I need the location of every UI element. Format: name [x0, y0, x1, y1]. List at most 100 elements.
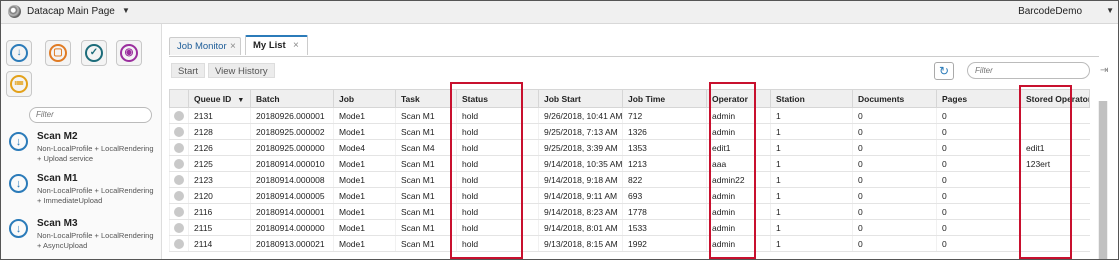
table-cell: 2128: [188, 123, 251, 140]
table-cell: Scan M1: [395, 203, 457, 220]
select-column-header[interactable]: [169, 89, 189, 108]
collapse-panel-icon[interactable]: ⇥: [1100, 65, 1108, 76]
chevron-down-icon[interactable]: ▼: [122, 6, 130, 15]
row-status-dot-icon[interactable]: [174, 158, 184, 169]
table-cell: Mode1: [333, 235, 396, 252]
row-status-dot-icon[interactable]: [174, 206, 184, 217]
row-select[interactable]: [169, 171, 189, 188]
row-status-dot-icon[interactable]: [174, 142, 184, 153]
table-cell: 9/25/2018, 7:13 AM: [538, 123, 623, 140]
table-cell: 0: [936, 139, 1021, 156]
table-cell: 9/14/2018, 8:23 AM: [538, 203, 623, 220]
app-window: Datacap Main Page ▼ BarcodeDemo ▼ ↓ ▢ ✓ ◉ ≔ …: [0, 0, 1119, 260]
table-row[interactable]: 2125 20180914.000010 Mode1 Scan M1 hold 9/14/…: [169, 155, 1090, 172]
table-cell: 1: [770, 235, 853, 252]
column-header-label: Batch: [256, 93, 280, 104]
table-row[interactable]: 2131 20180926.000001 Mode1 Scan M1 hold 9/26/…: [169, 107, 1090, 124]
table-cell: 20180914.000000: [250, 219, 334, 236]
download-button[interactable]: ↓: [6, 40, 32, 66]
column-header[interactable]: Batch: [250, 89, 334, 108]
row-select[interactable]: [169, 219, 189, 236]
column-header[interactable]: Station: [770, 89, 853, 108]
sort-descending-icon[interactable]: ▼: [237, 97, 244, 104]
row-select[interactable]: [169, 187, 189, 204]
table-cell: 0: [852, 139, 937, 156]
row-select[interactable]: [169, 139, 189, 156]
table-cell: Mode4: [333, 139, 396, 156]
row-status-dot-icon[interactable]: [174, 238, 184, 249]
column-header[interactable]: Job: [333, 89, 396, 108]
user-chevron-icon[interactable]: ▼: [1106, 6, 1114, 15]
column-header[interactable]: Documents: [852, 89, 937, 108]
column-header[interactable]: Job Start: [538, 89, 623, 108]
job-table: Queue ID ▼ Batch Job Task Status Job Start Job …: [169, 89, 1090, 252]
table-cell: 1: [770, 155, 853, 172]
table-cell: 9/14/2018, 10:35 AM: [538, 155, 623, 172]
left-filter[interactable]: [29, 107, 152, 123]
row-select[interactable]: [169, 123, 189, 140]
close-icon[interactable]: ×: [293, 40, 299, 51]
table-row[interactable]: 2116 20180914.000001 Mode1 Scan M1 hold 9/14/…: [169, 203, 1090, 220]
user-menu[interactable]: BarcodeDemo: [1018, 6, 1082, 17]
table-cell: Scan M1: [395, 155, 457, 172]
column-header[interactable]: Job Time: [622, 89, 707, 108]
row-status-dot-icon[interactable]: [174, 222, 184, 233]
row-select[interactable]: [169, 203, 189, 220]
column-header[interactable]: Task: [395, 89, 457, 108]
column-header-label: Pages: [942, 93, 968, 104]
table-filter[interactable]: [967, 62, 1090, 79]
column-header-label: Documents: [858, 93, 905, 104]
scrollbar-thumb[interactable]: [1099, 101, 1107, 259]
list-button[interactable]: ≔: [6, 71, 32, 97]
table-row[interactable]: 2115 20180914.000000 Mode1 Scan M1 hold 9/14/…: [169, 219, 1090, 236]
table-cell: 0: [852, 107, 937, 124]
close-icon[interactable]: ×: [230, 41, 236, 52]
table-cell: 2115: [188, 219, 251, 236]
column-header[interactable]: Pages: [936, 89, 1021, 108]
view-history-button[interactable]: View History: [208, 63, 275, 78]
table-cell: 822: [622, 171, 707, 188]
row-status-dot-icon[interactable]: [174, 190, 184, 201]
table-row[interactable]: 2128 20180925.000002 Mode1 Scan M1 hold 9/25/…: [169, 123, 1090, 140]
tab-job-monitor[interactable]: Job Monitor ×: [169, 37, 241, 55]
row-select[interactable]: [169, 155, 189, 172]
operator-column-highlight: [709, 82, 756, 259]
column-header-label: Job: [339, 93, 355, 104]
table-row[interactable]: 2126 20180925.000000 Mode4 Scan M4 hold 9/25/…: [169, 139, 1090, 156]
document-button[interactable]: ▢: [45, 40, 71, 66]
row-select[interactable]: [169, 107, 189, 124]
table-cell: 0: [852, 235, 937, 252]
row-select[interactable]: [169, 235, 189, 252]
check-button[interactable]: ✓: [81, 40, 107, 66]
start-button[interactable]: Start: [171, 63, 206, 78]
table-filter-input[interactable]: [975, 64, 1085, 77]
column-header-label: Station: [776, 93, 805, 104]
document-icon: ▢: [49, 44, 67, 62]
table-cell: 0: [852, 171, 937, 188]
table-row[interactable]: 2114 20180913.000021 Mode1 Scan M1 hold 9/13/…: [169, 235, 1090, 252]
table-cell: 9/14/2018, 9:18 AM: [538, 171, 623, 188]
table-cell: 20180914.000008: [250, 171, 334, 188]
table-cell: 2114: [188, 235, 251, 252]
left-filter-input[interactable]: [36, 108, 146, 120]
task-name: Scan M1: [37, 173, 78, 184]
table-cell: 20180914.000001: [250, 203, 334, 220]
row-status-dot-icon[interactable]: [174, 126, 184, 137]
eye-button[interactable]: ◉: [116, 40, 142, 66]
column-header[interactable]: Queue ID ▼: [188, 89, 251, 108]
refresh-icon[interactable]: ↻: [934, 62, 954, 80]
tab-my-list[interactable]: My List ×: [245, 35, 308, 55]
scrollbar[interactable]: [1098, 101, 1108, 259]
table-row[interactable]: 2120 20180914.000005 Mode1 Scan M1 hold 9/14/…: [169, 187, 1090, 204]
row-status-dot-icon[interactable]: [174, 174, 184, 185]
status-column-highlight: [450, 82, 523, 259]
app-title[interactable]: Datacap Main Page: [27, 6, 115, 17]
table-cell: Scan M1: [395, 187, 457, 204]
task-description: Non-LocalProfile + LocalRendering + Uplo…: [37, 144, 154, 163]
table-cell: Mode1: [333, 187, 396, 204]
column-header-label: Queue ID: [194, 93, 232, 104]
table-row[interactable]: 2123 20180914.000008 Mode1 Scan M1 hold 9/14/…: [169, 171, 1090, 188]
table-cell: 1: [770, 139, 853, 156]
row-status-dot-icon[interactable]: [174, 110, 184, 121]
table-cell: 1: [770, 123, 853, 140]
